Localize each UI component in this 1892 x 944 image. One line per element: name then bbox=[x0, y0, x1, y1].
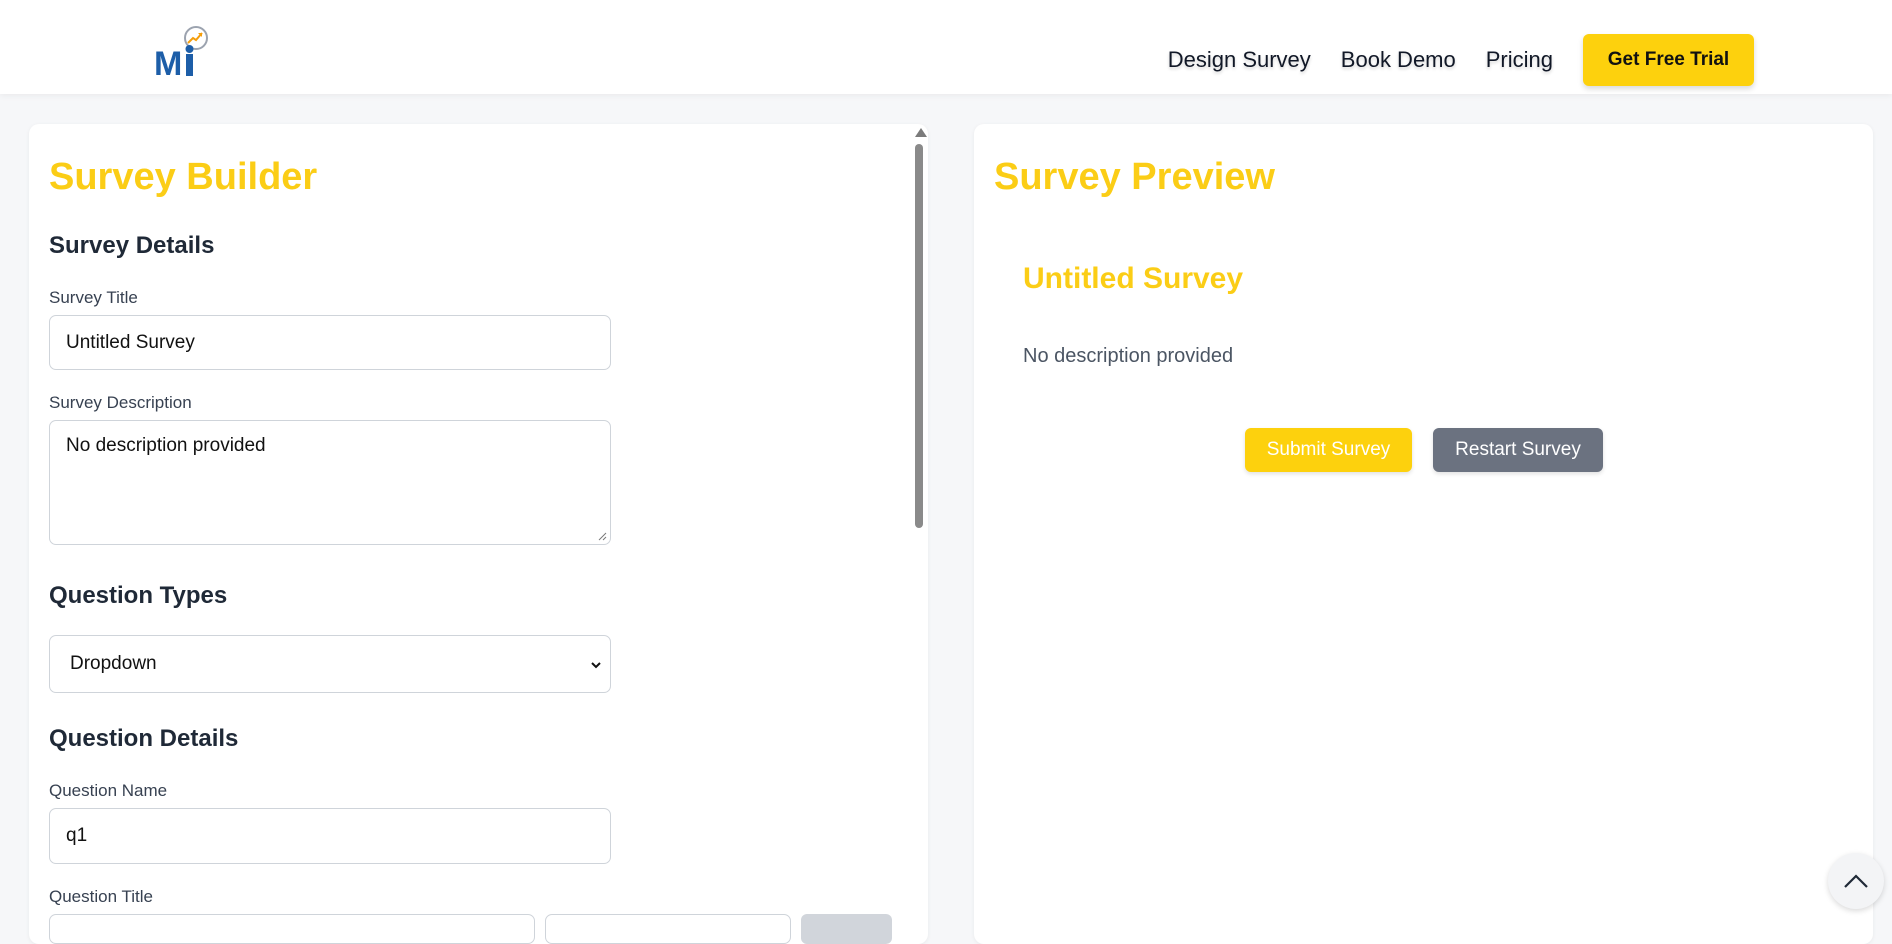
survey-description-label: Survey Description bbox=[49, 393, 192, 412]
submit-survey-button[interactable]: Submit Survey bbox=[1245, 428, 1412, 472]
survey-title-label: Survey Title bbox=[49, 288, 138, 307]
question-extra-input[interactable] bbox=[545, 914, 791, 944]
survey-description-value: No description provided bbox=[66, 435, 266, 456]
survey-title-input[interactable] bbox=[49, 315, 611, 370]
top-navbar: M Design Survey Book Demo Pricing Get Fr… bbox=[0, 0, 1892, 94]
restart-survey-button[interactable]: Restart Survey bbox=[1433, 428, 1603, 472]
question-type-select[interactable]: Dropdown bbox=[49, 635, 611, 693]
mi-logo[interactable]: M bbox=[152, 22, 216, 83]
question-title-label: Question Title bbox=[49, 887, 153, 906]
question-name-label: Question Name bbox=[49, 781, 168, 800]
question-name-input[interactable] bbox=[49, 808, 611, 864]
scroll-up-arrow-icon[interactable] bbox=[915, 128, 927, 137]
question-details-heading: Question Details bbox=[49, 725, 239, 752]
nav-design-survey[interactable]: Design Survey bbox=[1168, 47, 1311, 73]
nav-book-demo[interactable]: Book Demo bbox=[1341, 47, 1456, 73]
survey-details-heading: Survey Details bbox=[49, 232, 215, 259]
question-type-selected: Dropdown bbox=[70, 653, 157, 674]
chevron-down-icon bbox=[591, 662, 601, 669]
get-free-trial-button[interactable]: Get Free Trial bbox=[1583, 34, 1754, 86]
question-types-heading: Question Types bbox=[49, 582, 228, 609]
resize-grip-icon[interactable] bbox=[597, 531, 607, 541]
main-nav: Design Survey Book Demo Pricing Get Free… bbox=[1168, 34, 1754, 86]
back-to-top-button[interactable] bbox=[1828, 853, 1884, 909]
svg-text:M: M bbox=[154, 45, 182, 80]
chevron-up-icon bbox=[1844, 874, 1868, 888]
survey-preview-title: Survey Preview bbox=[994, 156, 1275, 198]
survey-builder-title: Survey Builder bbox=[49, 156, 318, 198]
survey-description-textarea[interactable]: No description provided bbox=[49, 420, 611, 545]
question-title-input[interactable] bbox=[49, 914, 535, 944]
question-add-button[interactable] bbox=[801, 914, 892, 944]
survey-preview-panel: Survey Preview Untitled Survey No descri… bbox=[974, 124, 1873, 944]
nav-pricing[interactable]: Pricing bbox=[1486, 47, 1553, 73]
preview-survey-title: Untitled Survey bbox=[1023, 262, 1244, 295]
scrollbar-thumb[interactable] bbox=[915, 144, 923, 528]
preview-survey-description: No description provided bbox=[1023, 345, 1234, 367]
builder-scrollbar[interactable] bbox=[913, 128, 927, 922]
survey-builder-panel: Survey Builder Survey Details Survey Tit… bbox=[29, 124, 928, 944]
